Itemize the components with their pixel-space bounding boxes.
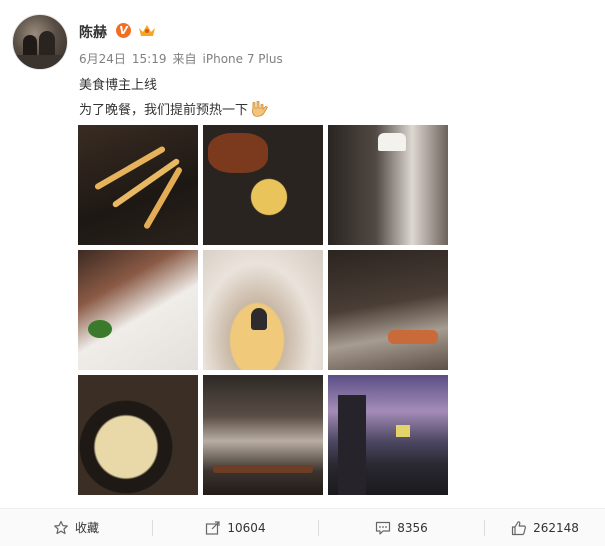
- post-time[interactable]: 15:19: [132, 52, 167, 66]
- photo-5[interactable]: [203, 250, 323, 370]
- photo-7[interactable]: [78, 375, 198, 495]
- post-date[interactable]: 6月24日: [79, 52, 126, 66]
- photo-8[interactable]: [203, 375, 323, 495]
- comment-button[interactable]: 8356: [319, 509, 484, 546]
- photo-4[interactable]: [78, 250, 198, 370]
- photo-3[interactable]: [328, 125, 448, 245]
- like-count: 262148: [533, 520, 579, 535]
- rock-hand-emoji-icon: [252, 100, 268, 117]
- avatar[interactable]: [12, 14, 68, 70]
- username[interactable]: 陈赫: [79, 22, 107, 42]
- photo-9[interactable]: [328, 375, 448, 495]
- comment-count: 8356: [397, 520, 428, 535]
- source-prefix: 来自: [172, 52, 197, 66]
- crown-icon: [139, 25, 155, 36]
- speech-bubble-icon: [376, 521, 391, 535]
- post-meta: 6月24日 15:19 来自 iPhone 7 Plus: [79, 50, 289, 67]
- photo-grid: [78, 125, 450, 497]
- post-text-line2: 为了晚餐，我们提前预热一下: [79, 99, 271, 118]
- post-text-line1: 美食博主上线: [79, 78, 158, 93]
- like-button[interactable]: 262148: [485, 509, 605, 546]
- thumbs-up-icon: [511, 520, 527, 535]
- repost-count: 10604: [227, 520, 266, 535]
- action-bar: 收藏 10604 8356 262148: [0, 508, 605, 546]
- star-outline-icon: [54, 520, 68, 534]
- repost-button[interactable]: 10604: [153, 509, 318, 546]
- photo-6[interactable]: [328, 250, 448, 370]
- favorite-button[interactable]: 收藏: [0, 509, 152, 546]
- photo-2[interactable]: [203, 125, 323, 245]
- post-source[interactable]: iPhone 7 Plus: [203, 52, 283, 66]
- verified-badge-icon: V: [116, 23, 131, 38]
- post-text-line2-content: 为了晚餐，我们提前预热一下: [79, 103, 249, 118]
- favorite-label: 收藏: [74, 521, 99, 535]
- photo-1[interactable]: [78, 125, 198, 245]
- share-arrow-icon: [206, 520, 221, 535]
